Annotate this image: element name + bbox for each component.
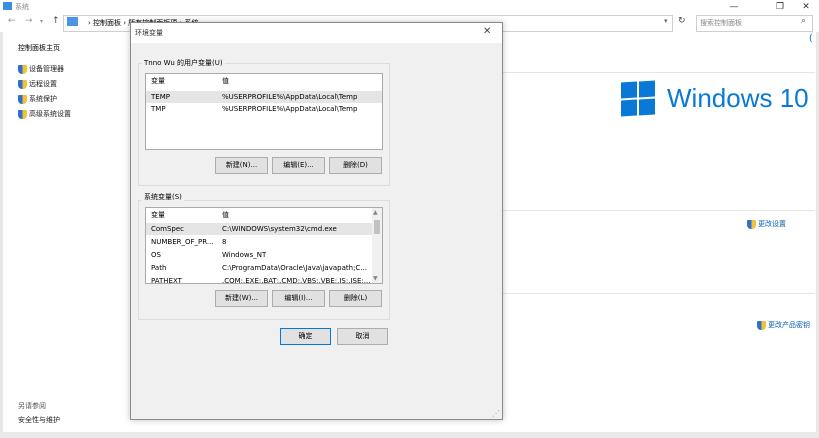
list-item[interactable]: ComSpec C:\WINDOWS\system32\cmd.exe [146,223,382,235]
user-variables-list[interactable]: 变量 值 TEMP %USERPROFILE%\AppData\Local\Te… [145,73,383,150]
column-header-value[interactable]: 值 [222,76,229,86]
shield-icon [747,219,756,229]
environment-variables-dialog: 环境变量 ✕ Tnno Wu 的用户变量(U) 变量 值 TEMP %USERP… [130,22,503,420]
list-item[interactable]: Path C:\ProgramData\Oracle\Java\javapath… [146,262,382,274]
list-item[interactable]: PATHEXT .COM;.EXE;.BAT;.CMD;.VBS;.VBE;.J… [146,275,382,284]
user-edit-button[interactable]: 编辑(E)... [272,157,325,174]
sidebar-item-system-protection[interactable]: 系统保护 [18,94,57,104]
resize-grip-icon[interactable]: ⋰ [492,409,500,418]
close-button[interactable]: ✕ [794,0,818,14]
variable-name: PATHEXT [151,277,182,284]
list-item[interactable]: TEMP %USERPROFILE%\AppData\Local\Temp [146,91,382,103]
computer-icon [3,2,12,10]
variable-value: %USERPROFILE%\AppData\Local\Temp [222,93,358,101]
user-new-button[interactable]: 新建(N)... [215,157,268,174]
column-header-name[interactable]: 变量 [151,210,165,220]
list-item[interactable]: NUMBER_OF_PR... 8 [146,236,382,248]
system-delete-button[interactable]: 删除(L) [329,290,382,307]
list-item[interactable]: OS Windows_NT [146,249,382,261]
windows-logo-icon [621,80,655,117]
shield-icon [18,79,27,89]
maximize-button[interactable]: ❐ [768,0,792,14]
variable-name: TEMP [151,93,170,101]
sidebar-item-label: 系统保护 [29,95,57,103]
scrollbar-thumb[interactable] [374,220,380,234]
user-variables-label: Tnno Wu 的用户变量(U) [142,58,225,68]
variable-value: C:\WINDOWS\system32\cmd.exe [222,225,337,233]
column-header-name[interactable]: 变量 [151,76,165,86]
list-header: 变量 值 [146,76,382,88]
window-bottom-edge [0,432,819,438]
sidebar-item-label: 设备管理器 [29,65,64,73]
variable-name: OS [151,251,161,259]
minimize-button[interactable]: — [722,0,746,14]
variable-name: ComSpec [151,225,185,233]
back-icon[interactable]: ← [8,16,16,26]
scroll-up-icon[interactable]: ▲ [373,209,378,216]
dialog-title-bar [131,23,502,43]
shield-icon [757,320,766,330]
window-left-edge [0,0,3,438]
system-variables-label: 系统变量(S) [142,192,184,202]
shield-icon [18,109,27,119]
change-product-key-link[interactable]: 更改产品密钥 [757,320,810,330]
shield-icon [18,94,27,104]
system-new-button[interactable]: 新建(W)... [215,290,268,307]
search-icon[interactable]: ⌕ [801,16,806,26]
divider [500,210,815,211]
shield-icon [18,64,27,74]
sidebar-item-remote-settings[interactable]: 远程设置 [18,79,57,89]
system-variables-list[interactable]: 变量 值 ComSpec C:\WINDOWS\system32\cmd.exe… [145,207,383,284]
sidebar-item-label: 远程设置 [29,80,57,88]
change-product-key-label: 更改产品密钥 [768,321,810,329]
variable-value: Windows_NT [222,251,267,259]
variable-value: C:\ProgramData\Oracle\Java\javapath;C... [222,264,367,272]
scroll-down-icon[interactable]: ▼ [373,275,378,282]
windows-brand: Windows 10 [667,83,809,113]
security-maintenance-link[interactable]: 安全性与维护 [18,415,60,425]
sidebar-home-link[interactable]: 控制面板主页 [18,43,60,53]
ok-button[interactable]: 确定 [280,328,331,345]
dialog-title: 环境变量 [135,29,163,37]
divider [500,72,815,73]
search-placeholder: 搜索控制面板 [700,19,742,27]
title-bar [0,0,819,14]
variable-value: 8 [222,238,227,246]
change-settings-label: 更改设置 [758,220,786,228]
cancel-button[interactable]: 取消 [337,328,388,345]
column-header-value[interactable]: 值 [222,210,229,220]
help-icon[interactable]: ( [809,34,813,44]
system-edit-button[interactable]: 编辑(I)... [272,290,325,307]
address-dropdown-icon[interactable]: ▾ [664,17,668,25]
sidebar-item-advanced-settings[interactable]: 高级系统设置 [18,109,71,119]
change-settings-link[interactable]: 更改设置 [747,219,786,229]
dialog-close-button[interactable]: ✕ [483,26,491,37]
user-delete-button[interactable]: 删除(D) [329,157,382,174]
variable-name: NUMBER_OF_PR... [151,238,214,246]
list-item[interactable]: TMP %USERPROFILE%\AppData\Local\Temp [146,103,382,115]
recent-pages-icon[interactable]: ▾ [40,18,43,25]
sidebar-item-label: 高级系统设置 [29,110,71,118]
refresh-icon[interactable]: ↻ [678,16,686,26]
system-list-scrollbar[interactable]: ▲ ▼ [372,208,382,283]
variable-name: TMP [151,105,166,113]
variable-value: .COM;.EXE;.BAT;.CMD;.VBS;.VBE;.JS;.JSE;.… [222,277,370,284]
up-icon[interactable]: ↑ [52,16,60,26]
variable-name: Path [151,264,167,272]
sidebar-item-device-manager[interactable]: 设备管理器 [18,64,64,74]
forward-icon[interactable]: → [25,16,33,26]
list-header: 变量 值 [146,210,382,222]
window-title: 系统 [15,3,29,11]
divider [500,293,815,294]
control-panel-icon [67,17,78,26]
see-also-heading: 另请参阅 [18,402,46,410]
variable-value: %USERPROFILE%\AppData\Local\Temp [222,105,358,113]
